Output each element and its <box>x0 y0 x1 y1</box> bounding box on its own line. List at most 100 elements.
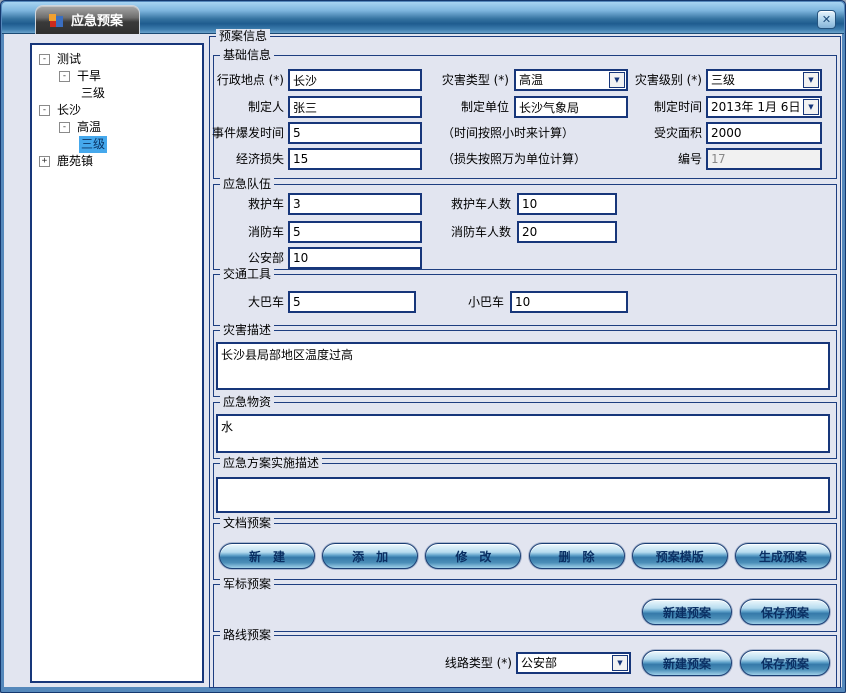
loss-input[interactable] <box>288 148 422 170</box>
tree-node-ceshi[interactable]: - 测试 <box>32 51 202 68</box>
ambulance-staff-input[interactable] <box>517 193 617 215</box>
ambulance-label: 救护车 <box>214 193 284 215</box>
route-save-plan-button[interactable]: 保存预案 <box>740 650 830 676</box>
creator-label: 制定人 <box>214 96 284 118</box>
area-label: 受灾面积 <box>604 122 702 144</box>
titlebar: 应急预案 ✕ <box>2 2 844 34</box>
tree-node-label[interactable]: 鹿苑镇 <box>55 153 95 170</box>
tree-node-label[interactable]: 三级 <box>79 136 107 153</box>
creator-input[interactable] <box>288 96 422 118</box>
disaster-level-value: 三级 <box>708 71 802 89</box>
line-type-select[interactable]: 公安部 ▼ <box>516 652 631 674</box>
unit-label: 制定单位 <box>419 96 509 118</box>
route-plan-legend: 路线预案 <box>220 628 274 642</box>
small-bus-label: 小巴车 <box>414 291 504 313</box>
close-icon[interactable]: ✕ <box>817 10 836 29</box>
disaster-desc-legend: 灾害描述 <box>220 323 274 337</box>
fire-truck-input[interactable] <box>288 221 422 243</box>
implementation-legend: 应急方案实施描述 <box>220 456 322 470</box>
admin-location-input[interactable] <box>288 69 422 91</box>
number-label: 编号 <box>604 148 702 170</box>
police-input[interactable] <box>288 247 422 269</box>
tree-node-label[interactable]: 干旱 <box>75 68 103 85</box>
ambulance-input[interactable] <box>288 193 422 215</box>
add-button[interactable]: 添 加 <box>322 543 418 569</box>
tree-node-label[interactable]: 三级 <box>79 85 107 102</box>
military-plan-legend: 军标预案 <box>220 577 274 591</box>
create-time-label: 制定时间 <box>604 96 702 118</box>
window-title: 应急预案 <box>71 10 123 29</box>
fire-staff-label: 消防车人数 <box>414 221 511 243</box>
tree-node-label[interactable]: 长沙 <box>55 102 83 119</box>
new-button[interactable]: 新 建 <box>219 543 315 569</box>
tree-collapse-icon[interactable]: - <box>59 71 70 82</box>
tree-node-sanji-1[interactable]: 三级 <box>32 85 202 102</box>
content-area: - 测试 - 干旱 三级 - 长沙 - 高温 三级 + <box>4 34 842 687</box>
tree-node-gaowen[interactable]: - 高温 <box>32 119 202 136</box>
tree-expand-icon[interactable]: + <box>39 156 50 167</box>
supplies-legend: 应急物资 <box>220 395 274 409</box>
supplies-group: 应急物资 水 <box>213 402 837 459</box>
tree-collapse-icon[interactable]: - <box>39 105 50 116</box>
plan-info-legend: 预案信息 <box>216 29 270 43</box>
doc-plan-group: 文档预案 新 建 添 加 修 改 删 除 预案模版 生成预案 <box>213 523 837 580</box>
tree-node-label[interactable]: 测试 <box>55 51 83 68</box>
tree-node-sanji-2-selected[interactable]: 三级 <box>32 136 202 153</box>
app-window: 应急预案 ✕ - 测试 - 干旱 三级 - 长沙 - 高温 <box>0 0 846 693</box>
fire-truck-label: 消防车 <box>214 221 284 243</box>
loss-hint-text: （损失按照万为单位计算） <box>442 148 586 170</box>
generate-plan-button[interactable]: 生成预案 <box>735 543 831 569</box>
big-bus-input[interactable] <box>288 291 416 313</box>
create-time-value: 2013年 1月 6日 <box>708 98 802 116</box>
route-new-plan-button[interactable]: 新建预案 <box>642 650 732 676</box>
doc-plan-buttons: 新 建 添 加 修 改 删 除 预案模版 生成预案 <box>219 543 831 569</box>
create-time-datepicker[interactable]: 2013年 1月 6日 ▼ <box>706 96 822 118</box>
plan-info-group: 预案信息 基础信息 行政地点 (*) 灾害类型 (*) 高温 ▼ 灾害级别 (*… <box>209 36 841 688</box>
military-save-plan-button[interactable]: 保存预案 <box>740 599 830 625</box>
tree-node-ganhan[interactable]: - 干旱 <box>32 68 202 85</box>
number-input <box>706 148 822 170</box>
ambulance-staff-label: 救护车人数 <box>414 193 511 215</box>
chevron-down-icon[interactable]: ▼ <box>803 99 819 115</box>
tree-collapse-icon[interactable]: - <box>59 122 70 133</box>
disaster-level-label: 灾害级别 (*) <box>604 69 702 91</box>
military-new-plan-button[interactable]: 新建预案 <box>642 599 732 625</box>
modify-button[interactable]: 修 改 <box>425 543 521 569</box>
tree-node-label[interactable]: 高温 <box>75 119 103 136</box>
basic-info-legend: 基础信息 <box>220 48 274 62</box>
tree-node-luyuanzhen[interactable]: + 鹿苑镇 <box>32 153 202 170</box>
app-tab[interactable]: 应急预案 <box>35 5 140 35</box>
chevron-down-icon[interactable]: ▼ <box>612 655 628 671</box>
police-label: 公安部 <box>214 247 284 269</box>
loss-label: 经济损失 <box>214 148 284 170</box>
event-time-label: 事件爆发时间 <box>210 122 284 144</box>
plan-tree: - 测试 - 干旱 三级 - 长沙 - 高温 三级 + <box>30 43 204 683</box>
disaster-desc-group: 灾害描述 长沙县局部地区温度过高 <box>213 330 837 397</box>
admin-location-label: 行政地点 (*) <box>214 69 284 91</box>
tree-node-changsha[interactable]: - 长沙 <box>32 102 202 119</box>
chevron-down-icon[interactable]: ▼ <box>803 72 819 88</box>
time-hint-text: （时间按照小时来计算） <box>442 122 574 144</box>
big-bus-label: 大巴车 <box>214 291 284 313</box>
line-type-label: 线路类型 (*) <box>394 652 512 674</box>
military-plan-group: 军标预案 新建预案 保存预案 <box>213 584 837 632</box>
emergency-teams-group: 应急队伍 救护车 救护车人数 消防车 消防车人数 公安部 <box>213 184 837 270</box>
app-icon <box>48 12 64 28</box>
supplies-textarea[interactable]: 水 <box>216 414 830 453</box>
delete-button[interactable]: 删 除 <box>529 543 625 569</box>
implementation-textarea[interactable] <box>216 477 830 513</box>
implementation-group: 应急方案实施描述 <box>213 463 837 519</box>
area-input[interactable] <box>706 122 822 144</box>
tree-collapse-icon[interactable]: - <box>39 54 50 65</box>
disaster-type-label: 灾害类型 (*) <box>419 69 509 91</box>
transport-legend: 交通工具 <box>220 267 274 281</box>
fire-staff-input[interactable] <box>517 221 617 243</box>
disaster-type-value: 高温 <box>516 71 608 89</box>
route-plan-group: 路线预案 线路类型 (*) 公安部 ▼ 新建预案 保存预案 <box>213 635 837 688</box>
plan-template-button[interactable]: 预案模版 <box>632 543 728 569</box>
line-type-value: 公安部 <box>518 654 611 672</box>
disaster-level-select[interactable]: 三级 ▼ <box>706 69 822 91</box>
small-bus-input[interactable] <box>510 291 628 313</box>
event-time-input[interactable] <box>288 122 422 144</box>
disaster-desc-textarea[interactable]: 长沙县局部地区温度过高 <box>216 342 830 390</box>
